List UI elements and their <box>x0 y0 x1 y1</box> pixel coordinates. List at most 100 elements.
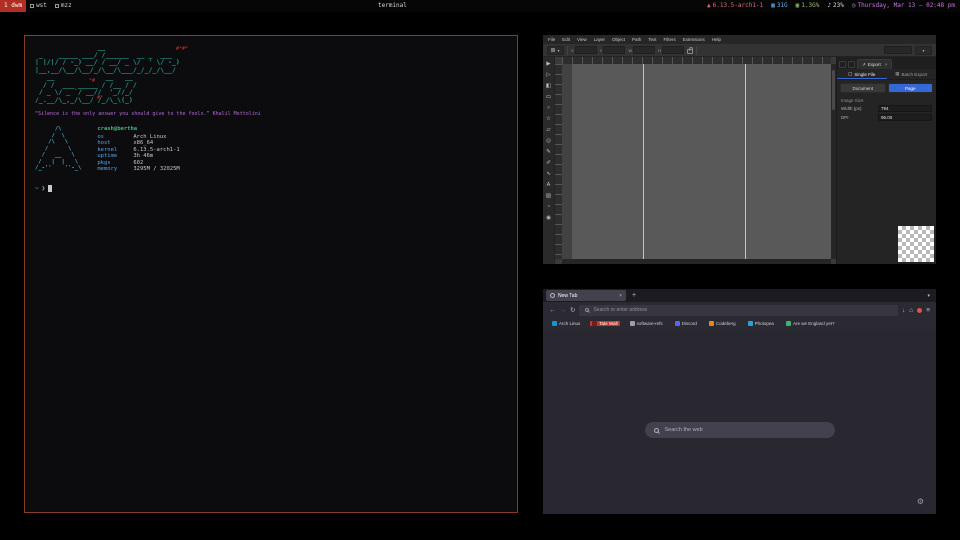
guide-line[interactable] <box>643 64 644 259</box>
bookmark-item[interactable]: Codeberg <box>707 321 738 326</box>
guide-line[interactable] <box>745 64 746 259</box>
web-search-input[interactable]: Search the web <box>645 422 835 438</box>
bookmark-label: Codeberg <box>716 321 736 326</box>
new-tab-button[interactable]: + <box>629 289 639 302</box>
canvas-area <box>555 57 836 264</box>
coordinate-field[interactable]: X <box>571 46 597 54</box>
tool-star[interactable]: ☆ <box>544 114 553 123</box>
cursor-block <box>48 185 52 192</box>
url-placeholder: Search or enter address <box>593 307 647 313</box>
selection-mode-dropdown[interactable]: ▾ <box>547 46 564 55</box>
tool-selector[interactable]: ▶ <box>544 59 553 68</box>
bookmark-item[interactable]: software-refs <box>628 321 665 326</box>
forward-button[interactable]: → <box>560 307 567 314</box>
menu-item[interactable]: Extensions <box>683 37 705 42</box>
export-tab-label: Export <box>868 62 881 67</box>
url-bar[interactable]: Search or enter address <box>579 305 898 316</box>
menu-item[interactable]: Filters <box>664 37 676 42</box>
coordinate-fields: X Y W H <box>571 46 684 54</box>
export-subtab[interactable]: ▦ Batch Export <box>887 69 937 79</box>
workspace-label: mzz <box>61 0 72 12</box>
canvas[interactable] <box>562 64 831 259</box>
coordinate-field[interactable]: Y <box>600 46 626 54</box>
reload-button[interactable]: ↻ <box>570 306 575 314</box>
download-icon[interactable]: ↓ <box>902 307 905 314</box>
window-icon <box>55 4 59 8</box>
shell-prompt[interactable]: ~ ❯ <box>35 185 507 192</box>
menu-item[interactable]: Edit <box>562 37 570 42</box>
menu-item[interactable]: Text <box>648 37 656 42</box>
gear-icon[interactable]: ⚙ <box>917 497 924 506</box>
module-icon: ♪ <box>827 0 831 12</box>
field-input[interactable]: 794 <box>878 105 932 112</box>
browser-window[interactable]: New Tab × + ▾ ← → ↻ Search or enter addr… <box>543 289 936 514</box>
bookmark-item[interactable]: Discord <box>673 321 699 326</box>
tool-shape-builder[interactable]: ◧ <box>544 81 553 90</box>
menu-item[interactable]: Path <box>632 37 641 42</box>
dock-icon[interactable] <box>839 61 846 68</box>
scope-button[interactable]: Document <box>840 83 886 93</box>
dock-icon[interactable] <box>848 61 855 68</box>
zoom-field[interactable] <box>884 46 912 54</box>
field-input[interactable] <box>603 46 625 54</box>
field-input[interactable] <box>633 46 655 54</box>
menu-item[interactable]: Help <box>712 37 721 42</box>
module-icon: ◷ <box>852 0 856 12</box>
menu-item[interactable]: Object <box>612 37 625 42</box>
subtab-icon: ▢ <box>848 71 852 77</box>
tool-node[interactable]: ▷ <box>544 70 553 79</box>
menu-item[interactable]: View <box>577 37 587 42</box>
bookmark-item[interactable]: Photopea <box>746 321 776 326</box>
tool-3dbox[interactable]: ▱ <box>544 125 553 134</box>
tool-dropper[interactable]: ◔ <box>544 202 553 211</box>
terminal-window[interactable]: __ _ _____ ___/ /______ __ _ ___ | |/|/ … <box>24 35 518 513</box>
tool-ellipse[interactable]: ○ <box>544 103 553 112</box>
tool-calligraphy[interactable]: ∿ <box>544 169 553 178</box>
display-mode-dropdown[interactable]: ▾ <box>915 46 932 55</box>
tool-zoom[interactable]: ◉ <box>544 213 553 222</box>
workspace-tag-active[interactable]: 1 dwm <box>0 0 26 12</box>
bookmark-item[interactable]: Arch Linux <box>550 321 582 326</box>
status-modules: ▲ 6.13.5-arch1-1 ▦ 31G ▣ 1.3G% ♪ 23% <box>707 0 960 12</box>
close-tab-icon[interactable]: × <box>619 293 622 299</box>
scope-button[interactable]: Page <box>888 83 934 93</box>
workspace-item[interactable]: wst <box>26 0 51 12</box>
export-fields: Width (px) 794 DPI 96.00 <box>837 104 936 122</box>
favicon <box>675 321 680 326</box>
inkscape-window[interactable]: File Edit View Layer Object Path Text Fi… <box>543 35 936 264</box>
search-icon <box>585 308 589 312</box>
document-page <box>572 64 831 259</box>
canvas-vscrollbar[interactable] <box>831 64 836 259</box>
record-icon[interactable] <box>917 308 922 313</box>
export-preview-checkerboard <box>898 226 934 262</box>
menu-icon[interactable]: ≡ <box>926 307 930 314</box>
lock-ratio-icon[interactable] <box>687 49 693 54</box>
bookmark-item[interactable]: Tate Wall <box>590 321 619 326</box>
field-input[interactable] <box>662 46 684 54</box>
canvas-hscrollbar[interactable] <box>562 259 831 264</box>
back-button[interactable]: ← <box>549 307 556 314</box>
menu-item[interactable]: Layer <box>594 37 605 42</box>
tool-spiral[interactable]: ◎ <box>544 136 553 145</box>
module-icon: ▣ <box>796 0 800 12</box>
field-input[interactable]: 96.00 <box>878 114 932 121</box>
list-tabs-icon[interactable]: ▾ <box>927 293 933 299</box>
coordinate-field[interactable]: H <box>658 46 684 54</box>
prompt-path: ~ <box>35 185 39 192</box>
tool-rectangle[interactable]: ▭ <box>544 92 553 101</box>
home-icon[interactable]: ⌂ <box>909 307 913 314</box>
tool-controls-bar: ▾ X Y W <box>543 44 936 57</box>
coordinate-field[interactable]: W <box>628 46 655 54</box>
tool-bezier[interactable]: ✐ <box>544 158 553 167</box>
tool-text[interactable]: A <box>544 180 553 189</box>
export-panel-tab[interactable]: ↗ Export × <box>857 59 892 69</box>
field-input[interactable] <box>575 46 597 54</box>
menu-item[interactable]: File <box>548 37 555 42</box>
tool-gradient[interactable]: ▨ <box>544 191 553 200</box>
browser-tab[interactable]: New Tab × <box>546 290 626 301</box>
bookmark-item[interactable]: Are we England yet? <box>784 321 837 326</box>
export-subtab[interactable]: ▢ Single File <box>837 69 887 79</box>
workspace-item[interactable]: mzz <box>51 0 76 12</box>
tool-pencil[interactable]: ✎ <box>544 147 553 156</box>
close-icon[interactable]: × <box>885 62 888 67</box>
